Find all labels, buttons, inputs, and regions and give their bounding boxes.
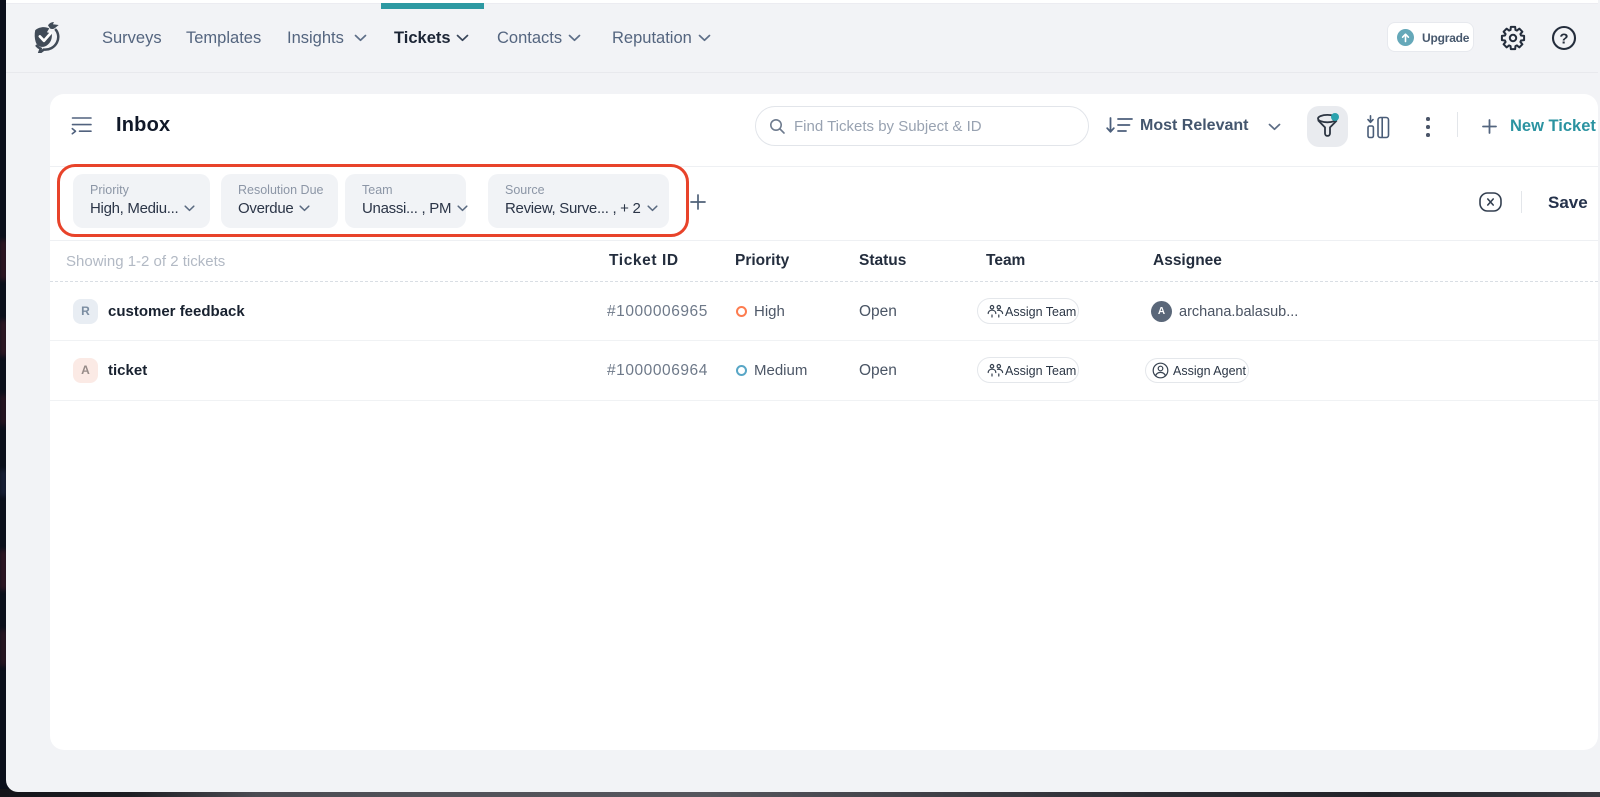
svg-text:?: ? <box>1559 31 1568 48</box>
